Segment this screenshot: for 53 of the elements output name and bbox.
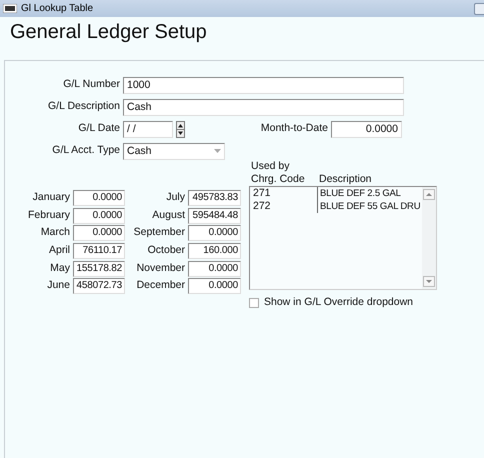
app-logo-icon — [3, 4, 17, 13]
page-heading: General Ledger Setup — [9, 20, 208, 45]
date-field[interactable]: / / — [123, 120, 173, 138]
month-amount-field[interactable]: 0.0000 — [73, 225, 125, 242]
month-amount-field[interactable]: 0.0000 — [188, 260, 241, 277]
field-label: Month-to-Date — [260, 121, 329, 136]
month-amount-field[interactable]: 0.0000 — [188, 278, 241, 294]
month-label: April — [48, 243, 71, 258]
description-cell-text: BLUE DEF 2.5 GAL — [319, 187, 401, 200]
column-header: Chrg. Code — [250, 173, 306, 186]
field-label: G/L Date — [77, 121, 121, 136]
month-label: March — [40, 225, 71, 240]
field-label: G/L Acct. Type — [51, 143, 121, 158]
account-type-dropdown[interactable]: Cash — [123, 142, 225, 160]
scrollbar[interactable] — [422, 187, 436, 289]
code-cell: 271 — [250, 187, 318, 200]
month-label: June — [46, 278, 71, 294]
month-amount-field[interactable]: 160.000 — [188, 242, 241, 259]
month-amount-field[interactable]: 0.0000 — [188, 225, 241, 242]
scroll-up-icon[interactable] — [423, 189, 435, 200]
charge-code-list[interactable]: 271 BLUE DEF 2.5 GAL 272 BLUE DEF 55 GAL DRU — [249, 186, 437, 290]
month-label: December — [136, 278, 186, 294]
window-title: Gl Lookup Table — [21, 2, 94, 16]
checkbox-label: Show in G/L Override dropdown — [264, 295, 414, 310]
month-amount-field[interactable]: 595484.48 — [188, 208, 241, 224]
description-cell-text: BLUE DEF 55 GAL DRU — [319, 200, 420, 213]
gl-number-field[interactable]: 1000 — [123, 76, 404, 94]
caret-icon — [214, 149, 221, 153]
month-label: February — [26, 208, 71, 223]
month-label: May — [49, 260, 71, 276]
month-label: November — [136, 260, 186, 276]
field-label: G/L Description — [47, 99, 121, 114]
month-label: October — [146, 243, 186, 258]
month-label: July — [165, 190, 186, 205]
spinner-icon[interactable] — [176, 120, 185, 138]
month-amount-field[interactable]: 495783.83 — [188, 190, 241, 206]
minimize-button[interactable] — [474, 2, 484, 14]
gl-description-field[interactable]: Cash — [123, 98, 404, 116]
checkbox[interactable] — [249, 298, 259, 308]
month-amount-field[interactable]: 155178.82 — [73, 260, 125, 277]
code-cell: 272 — [250, 200, 318, 213]
month-label: September — [132, 225, 186, 240]
field-label: G/L Number — [62, 77, 121, 92]
scroll-down-icon[interactable] — [423, 276, 435, 287]
month-amount-field[interactable]: 0.0000 — [73, 190, 125, 206]
month-to-date-field[interactable]: 0.0000 — [331, 120, 402, 138]
month-label: August — [151, 208, 186, 223]
month-amount-field[interactable]: 0.0000 — [73, 208, 125, 224]
month-amount-field[interactable]: 458072.73 — [73, 278, 125, 294]
column-header: Description — [319, 173, 372, 186]
month-amount-field[interactable]: 76110.17 — [73, 242, 125, 259]
month-label: January — [32, 190, 71, 205]
used-by-label: Used by — [250, 160, 291, 173]
